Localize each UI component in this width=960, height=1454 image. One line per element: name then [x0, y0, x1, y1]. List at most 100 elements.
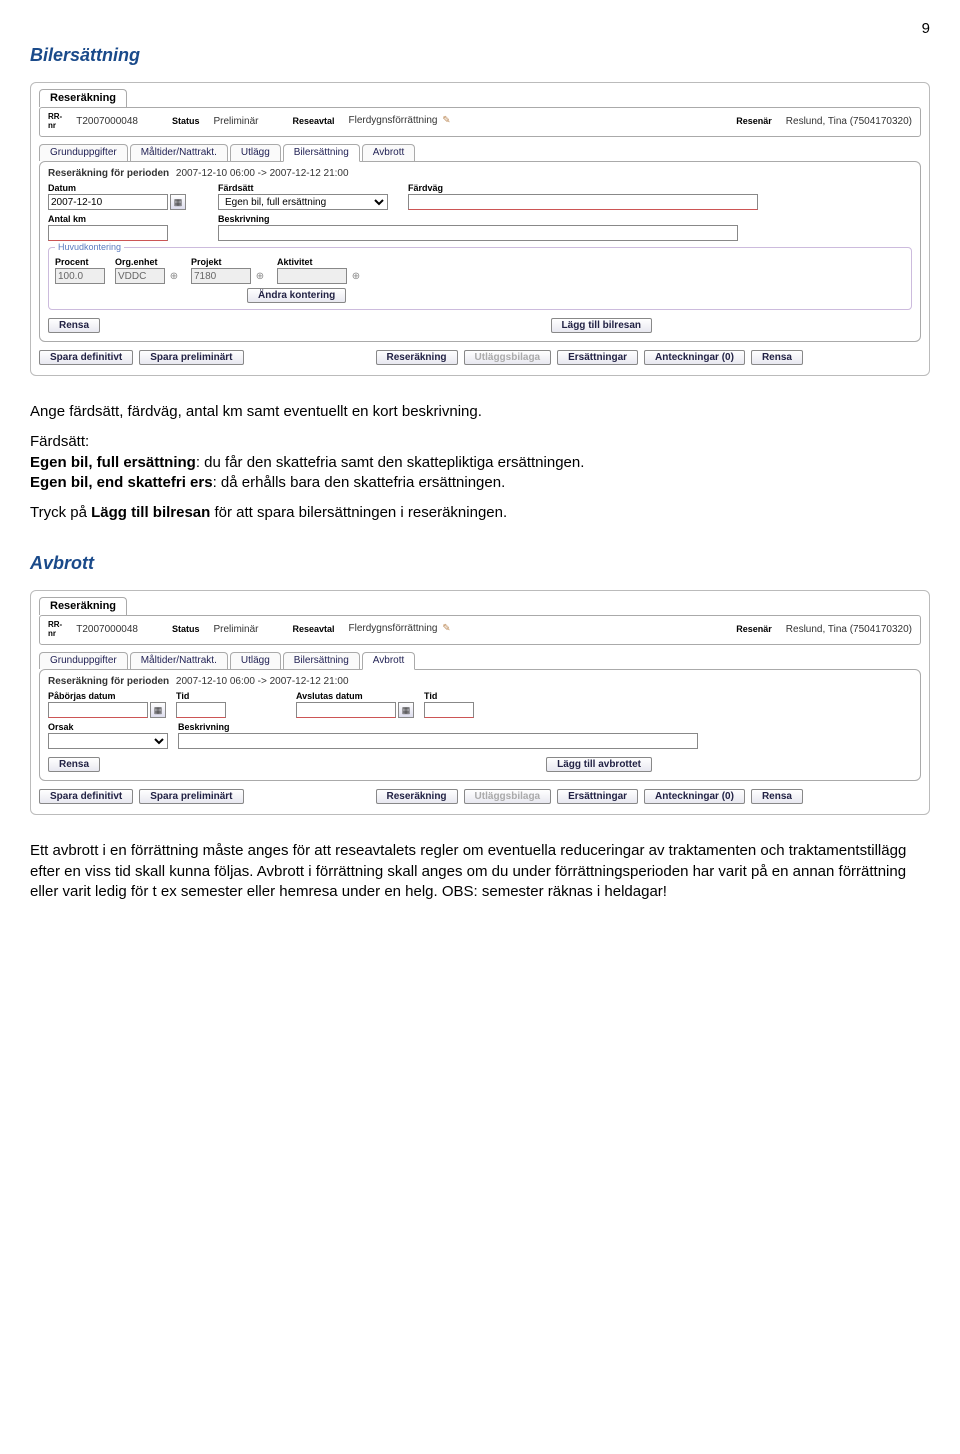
projekt-input	[191, 268, 251, 284]
status-label: Status	[172, 624, 200, 634]
andra-kontering-button[interactable]: Ändra kontering	[247, 288, 346, 303]
spara-preliminart-button[interactable]: Spara preliminärt	[139, 789, 243, 804]
subtab-row: Grunduppgifter Måltider/Nattrakt. Utlägg…	[39, 651, 921, 669]
avslutas-datum-label: Avslutas datum	[296, 691, 414, 701]
beskrivning-input[interactable]	[218, 225, 738, 241]
reserakning-button[interactable]: Reseräkning	[376, 789, 458, 804]
tab-utlagg[interactable]: Utlägg	[230, 652, 281, 669]
period-label: Reseräkning för perioden	[48, 168, 169, 179]
spara-definitivt-button[interactable]: Spara definitivt	[39, 350, 133, 365]
antal-km-input[interactable]	[48, 225, 168, 241]
fardsatt-label: Färdsätt	[218, 183, 398, 193]
tab-bilersattning[interactable]: Bilersättning	[283, 144, 360, 162]
procent-input	[55, 268, 105, 284]
subtab-row: Grunduppgifter Måltider/Nattrakt. Utlägg…	[39, 143, 921, 161]
spara-definitivt-button[interactable]: Spara definitivt	[39, 789, 133, 804]
avbrott-paragraph: Ett avbrott i en förrättning måste anges…	[30, 841, 930, 902]
record-header: RR- nr T2007000048 Status Preliminär Res…	[39, 107, 921, 137]
paborjas-tid-label: Tid	[176, 691, 226, 701]
ersattningar-button[interactable]: Ersättningar	[557, 789, 638, 804]
beskrivning-input[interactable]	[178, 733, 698, 749]
avslutas-tid-label: Tid	[424, 691, 474, 701]
tab-bilersattning[interactable]: Bilersättning	[283, 652, 360, 669]
orgenhet-label: Org.enhet	[115, 257, 181, 267]
edit-icon[interactable]: ✎	[442, 115, 454, 127]
status-label: Status	[172, 116, 200, 126]
reseavtal-label: Reseavtal	[292, 116, 334, 126]
resenar-label: Resenär	[736, 116, 772, 126]
rensa-bottom-button[interactable]: Rensa	[751, 350, 803, 365]
tab-maltider[interactable]: Måltider/Nattrakt.	[130, 144, 228, 161]
app-screenshot-bilersattning: Reseräkning RR- nr T2007000048 Status Pr…	[30, 82, 930, 376]
document-text-block-2: Ett avbrott i en förrättning måste anges…	[30, 841, 930, 902]
tab-avbrott[interactable]: Avbrott	[362, 652, 416, 670]
resenar-value: Reslund, Tina (7504170320)	[786, 116, 912, 127]
main-tab-reserakning[interactable]: Reseräkning	[39, 89, 127, 107]
datum-label: Datum	[48, 183, 208, 193]
lookup-icon[interactable]: ⊕	[349, 269, 363, 283]
paborjas-datum-label: Påbörjas datum	[48, 691, 166, 701]
page-number: 9	[30, 20, 930, 37]
status-value: Preliminär	[213, 116, 258, 127]
calendar-icon[interactable]: ▦	[170, 194, 186, 210]
status-value: Preliminär	[213, 624, 258, 635]
rr-nr-label: RR- nr	[48, 620, 62, 638]
document-text-block-1: Ange färdsätt, färdväg, antal km samt ev…	[30, 402, 930, 523]
procent-label: Procent	[55, 257, 105, 267]
tab-grunduppgifter[interactable]: Grunduppgifter	[39, 144, 128, 161]
paborjas-datum-input[interactable]	[48, 702, 148, 718]
fardvag-label: Färdväg	[408, 183, 912, 193]
form-panel: Reseräkning för perioden 2007-12-10 06:0…	[39, 161, 921, 342]
anteckningar-button[interactable]: Anteckningar (0)	[644, 789, 745, 804]
paborjas-tid-input[interactable]	[176, 702, 226, 718]
tab-utlagg[interactable]: Utlägg	[230, 144, 281, 161]
projekt-label: Projekt	[191, 257, 267, 267]
tab-grunduppgifter[interactable]: Grunduppgifter	[39, 652, 128, 669]
beskrivning-label: Beskrivning	[218, 214, 912, 224]
section-title-bilersattning: Bilersättning	[30, 45, 930, 66]
form-panel-avbrott: Reseräkning för perioden 2007-12-10 06:0…	[39, 669, 921, 781]
antal-km-label: Antal km	[48, 214, 208, 224]
avslutas-datum-input[interactable]	[296, 702, 396, 718]
main-tab-reserakning[interactable]: Reseräkning	[39, 597, 127, 615]
reseavtal-value: Flerdygnsförrättning ✎	[349, 115, 455, 127]
tab-maltider[interactable]: Måltider/Nattrakt.	[130, 652, 228, 669]
reseavtal-value: Flerdygnsförrättning ✎	[349, 623, 455, 635]
fardsatt-select[interactable]: Egen bil, full ersättning	[218, 194, 388, 210]
lagg-till-paragraph: Tryck på Lägg till bilresan för att spar…	[30, 503, 930, 523]
period-value: 2007-12-10 06:00 -> 2007-12-12 21:00	[176, 676, 349, 687]
orgenhet-input	[115, 268, 165, 284]
edit-icon[interactable]: ✎	[442, 623, 454, 635]
rr-nr-label: RR- nr	[48, 112, 62, 130]
spara-preliminart-button[interactable]: Spara preliminärt	[139, 350, 243, 365]
reserakning-button[interactable]: Reseräkning	[376, 350, 458, 365]
lagg-till-avbrott-button[interactable]: Lägg till avbrottet	[546, 757, 652, 772]
kontering-box: Huvudkontering Procent Org.enhet ⊕ Proje…	[48, 247, 912, 310]
fardvag-input[interactable]	[408, 194, 758, 210]
tab-avbrott[interactable]: Avbrott	[362, 144, 416, 161]
orsak-label: Orsak	[48, 722, 168, 732]
rr-nr-value: T2007000048	[76, 116, 138, 127]
fardsatt-paragraph: Färdsätt: Egen bil, full ersättning: du …	[30, 432, 930, 493]
lagg-till-bilresan-button[interactable]: Lägg till bilresan	[551, 318, 652, 333]
lookup-icon[interactable]: ⊕	[253, 269, 267, 283]
avslutas-tid-input[interactable]	[424, 702, 474, 718]
rensa-button[interactable]: Rensa	[48, 757, 100, 772]
ersattningar-button[interactable]: Ersättningar	[557, 350, 638, 365]
beskrivning-label: Beskrivning	[178, 722, 912, 732]
aktivitet-input	[277, 268, 347, 284]
calendar-icon[interactable]: ▦	[150, 702, 166, 718]
orsak-select[interactable]	[48, 733, 168, 749]
rr-nr-value: T2007000048	[76, 624, 138, 635]
rensa-bottom-button[interactable]: Rensa	[751, 789, 803, 804]
period-value: 2007-12-10 06:00 -> 2007-12-12 21:00	[176, 168, 349, 179]
datum-input[interactable]	[48, 194, 168, 210]
utlaggsbilaga-button: Utläggsbilaga	[464, 789, 552, 804]
rensa-button[interactable]: Rensa	[48, 318, 100, 333]
lookup-icon[interactable]: ⊕	[167, 269, 181, 283]
anteckningar-button[interactable]: Anteckningar (0)	[644, 350, 745, 365]
period-label: Reseräkning för perioden	[48, 676, 169, 687]
app-screenshot-avbrott: Reseräkning RR- nr T2007000048 Status Pr…	[30, 590, 930, 815]
calendar-icon[interactable]: ▦	[398, 702, 414, 718]
reseavtal-label: Reseavtal	[292, 624, 334, 634]
